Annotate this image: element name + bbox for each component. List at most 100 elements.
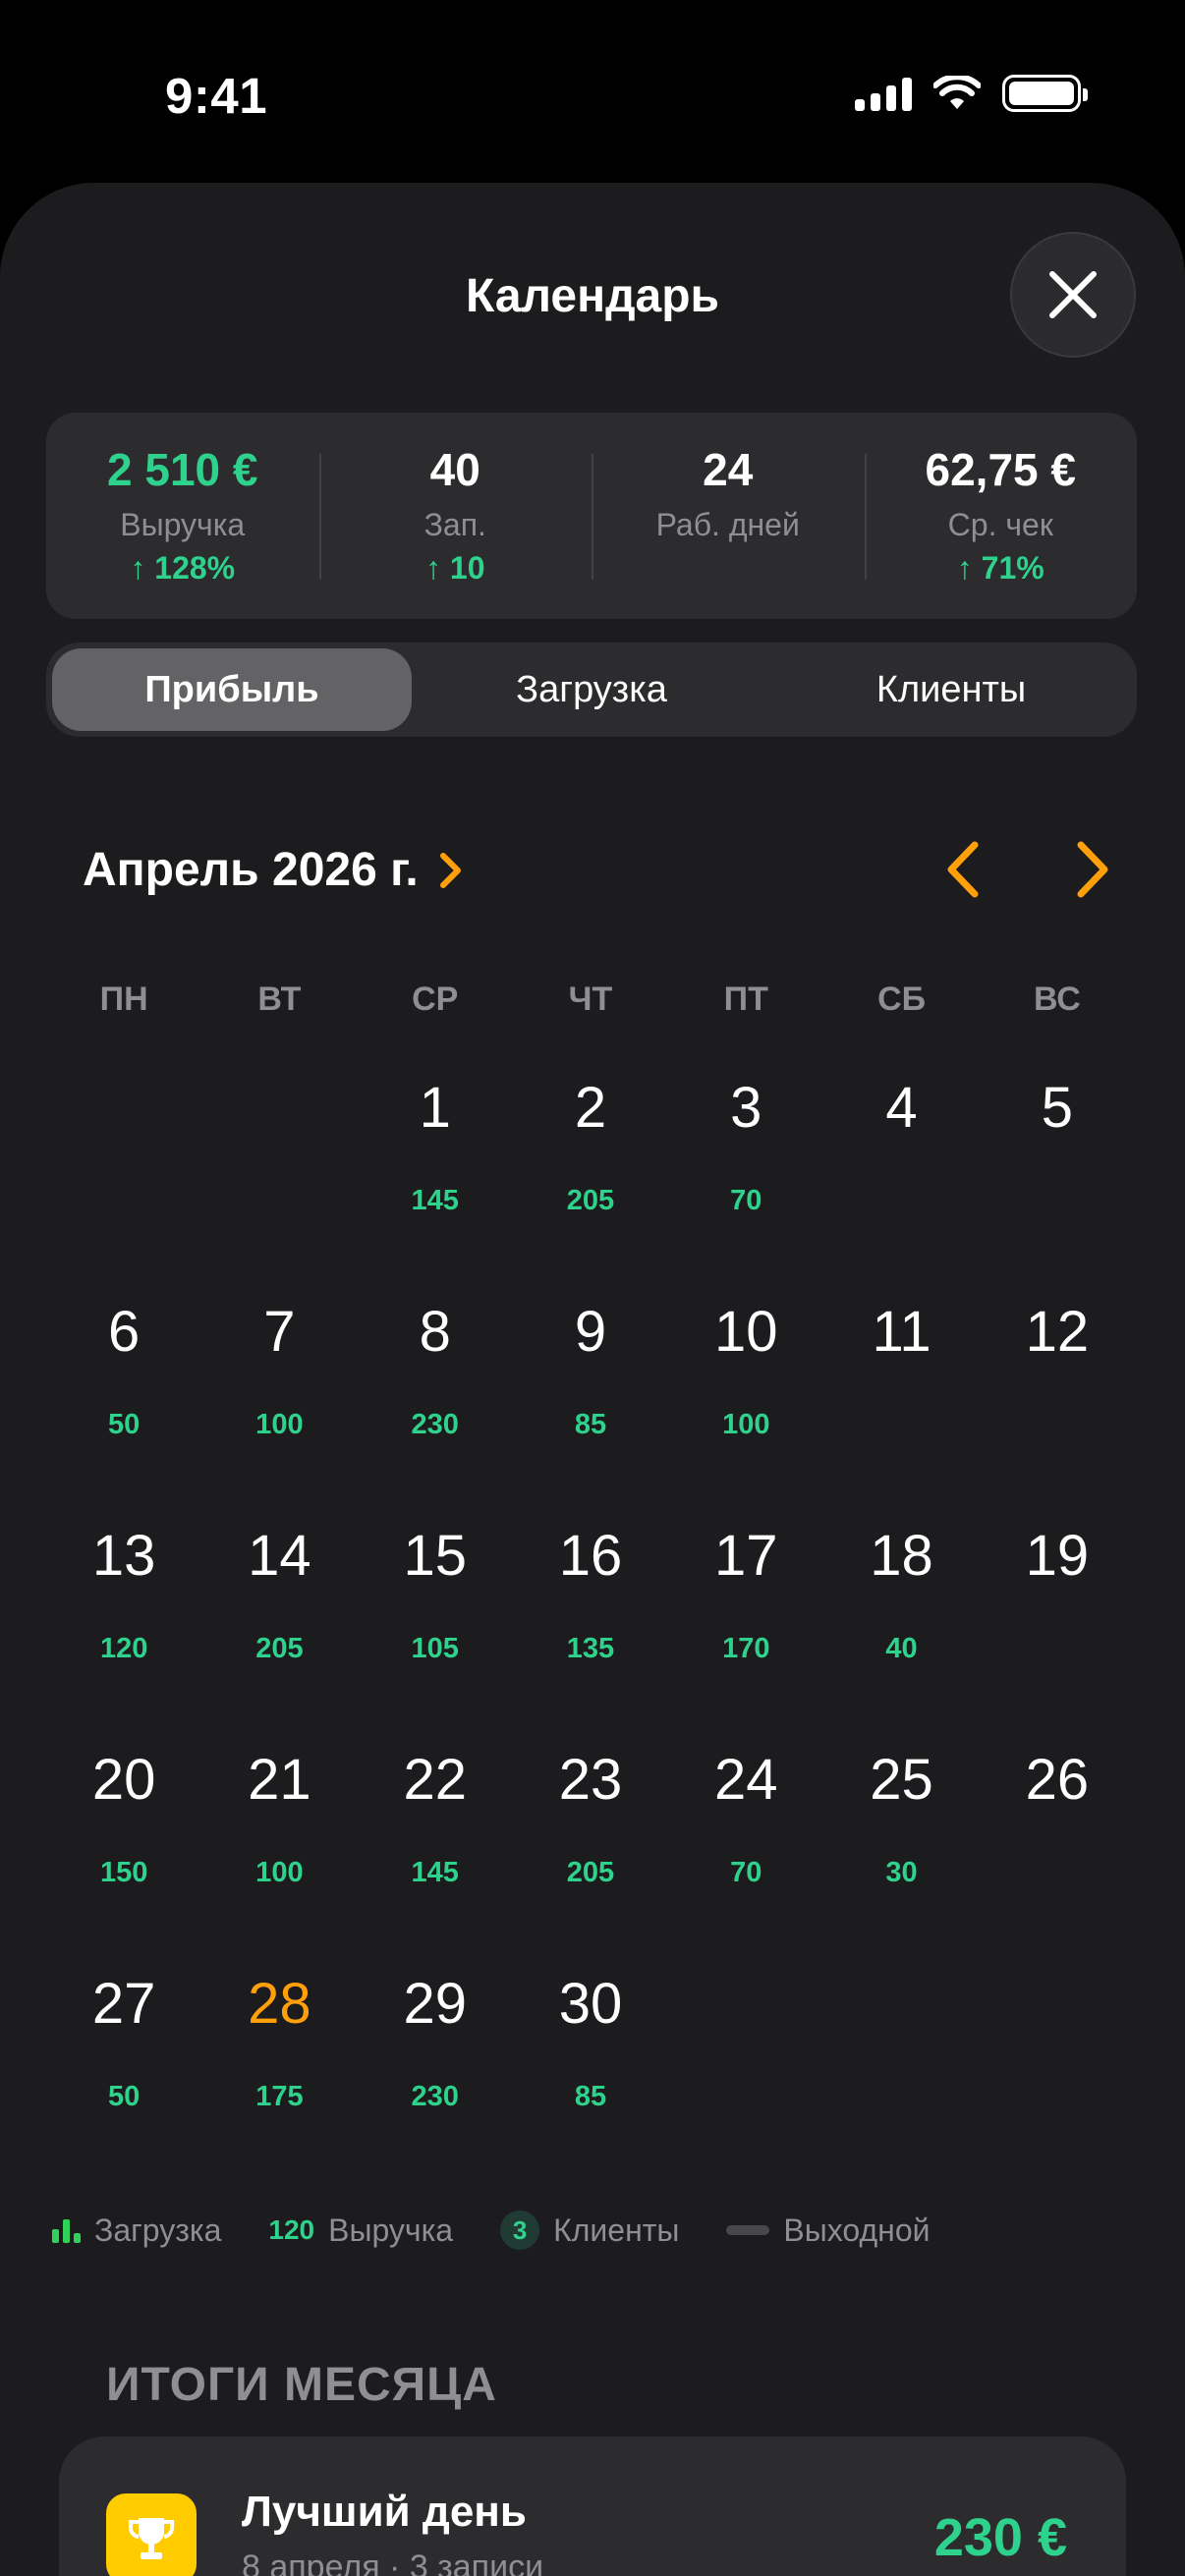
weekday-label: СР xyxy=(412,980,459,1018)
stat-average-check: 62,75 € Ср. чек ↑ 71% xyxy=(864,413,1138,619)
legend-clients: 3 Клиенты xyxy=(500,2211,679,2250)
day-number: 13 xyxy=(91,1524,156,1588)
calendar-day[interactable]: 13 120 xyxy=(46,1521,201,1745)
bar-chart-icon xyxy=(52,2217,81,2243)
tab-clients[interactable]: Клиенты xyxy=(771,648,1131,731)
sheet-title: Календарь xyxy=(465,270,720,322)
day-revenue: 85 xyxy=(574,2081,607,2112)
stat-label: Выручка xyxy=(120,507,246,542)
day-number: 8 xyxy=(419,1300,451,1364)
calendar-day[interactable]: 25 30 xyxy=(823,1745,979,1969)
day-number: 1 xyxy=(419,1076,451,1140)
calendar-day[interactable]: 9 85 xyxy=(513,1297,668,1521)
legend-clients-label: Клиенты xyxy=(553,2212,680,2248)
calendar-day[interactable]: 24 70 xyxy=(668,1745,823,1969)
calendar-day[interactable]: 20 150 xyxy=(46,1745,201,1969)
calendar-day[interactable]: 28 175 xyxy=(201,1969,357,2193)
legend-clients-badge: 3 xyxy=(500,2211,540,2250)
trophy-icon xyxy=(106,2493,197,2576)
legend-dayoff-label: Выходной xyxy=(783,2212,931,2248)
day-number: 24 xyxy=(714,1748,778,1812)
day-number: 22 xyxy=(403,1748,467,1812)
calendar-empty-cell xyxy=(201,1073,357,1297)
calendar-day[interactable]: 1 145 xyxy=(358,1073,513,1297)
day-revenue: 135 xyxy=(566,1633,615,1664)
stat-bookings: 40 Зап. ↑ 10 xyxy=(318,413,592,619)
calendar-day[interactable]: 18 40 xyxy=(823,1521,979,1745)
day-revenue: 145 xyxy=(411,1857,459,1888)
calendar-day[interactable]: 26 xyxy=(980,1745,1135,1969)
calendar-day[interactable]: 3 70 xyxy=(668,1073,823,1297)
day-number: 18 xyxy=(870,1524,933,1588)
best-day-value: 230 € xyxy=(933,2508,1067,2567)
day-number: 27 xyxy=(91,1972,156,2036)
day-revenue: 120 xyxy=(99,1633,148,1664)
day-number: 2 xyxy=(574,1076,607,1140)
summary-title: ИТОГИ МЕСЯЦА xyxy=(106,2359,497,2411)
day-number: 6 xyxy=(108,1300,141,1364)
best-day-card[interactable]: Лучший день 8 апреля · 3 записи 230 € xyxy=(59,2436,1126,2576)
calendar-day[interactable]: 16 135 xyxy=(513,1521,668,1745)
day-number: 28 xyxy=(248,1972,311,2036)
legend-load: Загрузка xyxy=(52,2212,221,2249)
legend-revenue-sample: 120 xyxy=(268,2214,315,2245)
calendar-day[interactable]: 23 205 xyxy=(513,1745,668,1969)
calendar-day[interactable]: 27 50 xyxy=(46,1969,201,2193)
day-number: 20 xyxy=(91,1748,156,1812)
calendar-day[interactable]: 5 xyxy=(980,1073,1135,1297)
calendar-day[interactable]: 17 170 xyxy=(668,1521,823,1745)
calendar-day[interactable]: 21 100 xyxy=(201,1745,357,1969)
weekday-header: ПН ВТ СР ЧТ ПТ СБ ВС xyxy=(46,980,1135,1019)
previous-month-button[interactable] xyxy=(933,835,992,904)
legend-revenue-label: Выручка xyxy=(328,2212,454,2248)
tab-profit[interactable]: Прибыль xyxy=(52,648,412,731)
weekday-label: СБ xyxy=(877,980,927,1018)
day-revenue: 30 xyxy=(885,1857,918,1888)
day-number: 5 xyxy=(1041,1076,1073,1140)
tab-load[interactable]: Загрузка xyxy=(412,648,771,731)
next-month-button[interactable] xyxy=(1063,835,1122,904)
day-revenue: 85 xyxy=(574,1409,607,1440)
stat-value: 40 xyxy=(429,444,480,495)
calendar-day[interactable]: 4 xyxy=(823,1073,979,1297)
calendar-day[interactable]: 12 xyxy=(980,1297,1135,1521)
calendar-day[interactable]: 14 205 xyxy=(201,1521,357,1745)
calendar-day[interactable]: 6 50 xyxy=(46,1297,201,1521)
day-revenue: 170 xyxy=(722,1633,770,1664)
stat-label: Зап. xyxy=(423,507,486,542)
calendar-day[interactable]: 30 85 xyxy=(513,1969,668,2193)
day-number: 10 xyxy=(714,1300,778,1364)
calendar-day[interactable]: 7 100 xyxy=(201,1297,357,1521)
day-revenue xyxy=(823,1183,979,1218)
chevron-right-icon xyxy=(1077,841,1108,898)
stat-delta: ↑ 71% xyxy=(956,550,1044,586)
calendar-day[interactable]: 10 100 xyxy=(668,1297,823,1521)
day-number: 26 xyxy=(1025,1748,1090,1812)
day-revenue: 230 xyxy=(411,2081,459,2112)
weekday-label: ЧТ xyxy=(568,980,613,1018)
day-revenue: 150 xyxy=(99,1857,148,1888)
calendar-day[interactable]: 15 105 xyxy=(358,1521,513,1745)
calendar-day[interactable]: 29 230 xyxy=(358,1969,513,2193)
close-button[interactable] xyxy=(1010,232,1136,358)
day-revenue: 40 xyxy=(885,1633,918,1664)
day-number: 23 xyxy=(558,1748,623,1812)
calendar-day[interactable]: 2 205 xyxy=(513,1073,668,1297)
weekday-label: ВС xyxy=(1033,980,1081,1018)
calendar-legend: Загрузка 120 Выручка 3 Клиенты Выходной xyxy=(52,2211,977,2250)
calendar-day[interactable]: 19 xyxy=(980,1521,1135,1745)
wifi-icon xyxy=(933,76,981,109)
day-revenue xyxy=(980,1855,1135,1890)
day-number: 19 xyxy=(1025,1524,1090,1588)
legend-dayoff: Выходной xyxy=(726,2212,930,2249)
calendar-day[interactable]: 11 xyxy=(823,1297,979,1521)
month-picker-button[interactable]: Апрель 2026 г. xyxy=(83,843,464,897)
stats-card: 2 510 € Выручка ↑ 128% 40 Зап. ↑ 10 24 Р… xyxy=(46,413,1137,619)
day-number: 29 xyxy=(403,1972,467,2036)
calendar-day[interactable]: 8 230 xyxy=(358,1297,513,1521)
close-icon xyxy=(1049,271,1097,318)
calendar-day[interactable]: 22 145 xyxy=(358,1745,513,1969)
day-revenue: 70 xyxy=(730,1857,762,1888)
day-number: 12 xyxy=(1025,1300,1090,1364)
day-number: 7 xyxy=(263,1300,296,1364)
